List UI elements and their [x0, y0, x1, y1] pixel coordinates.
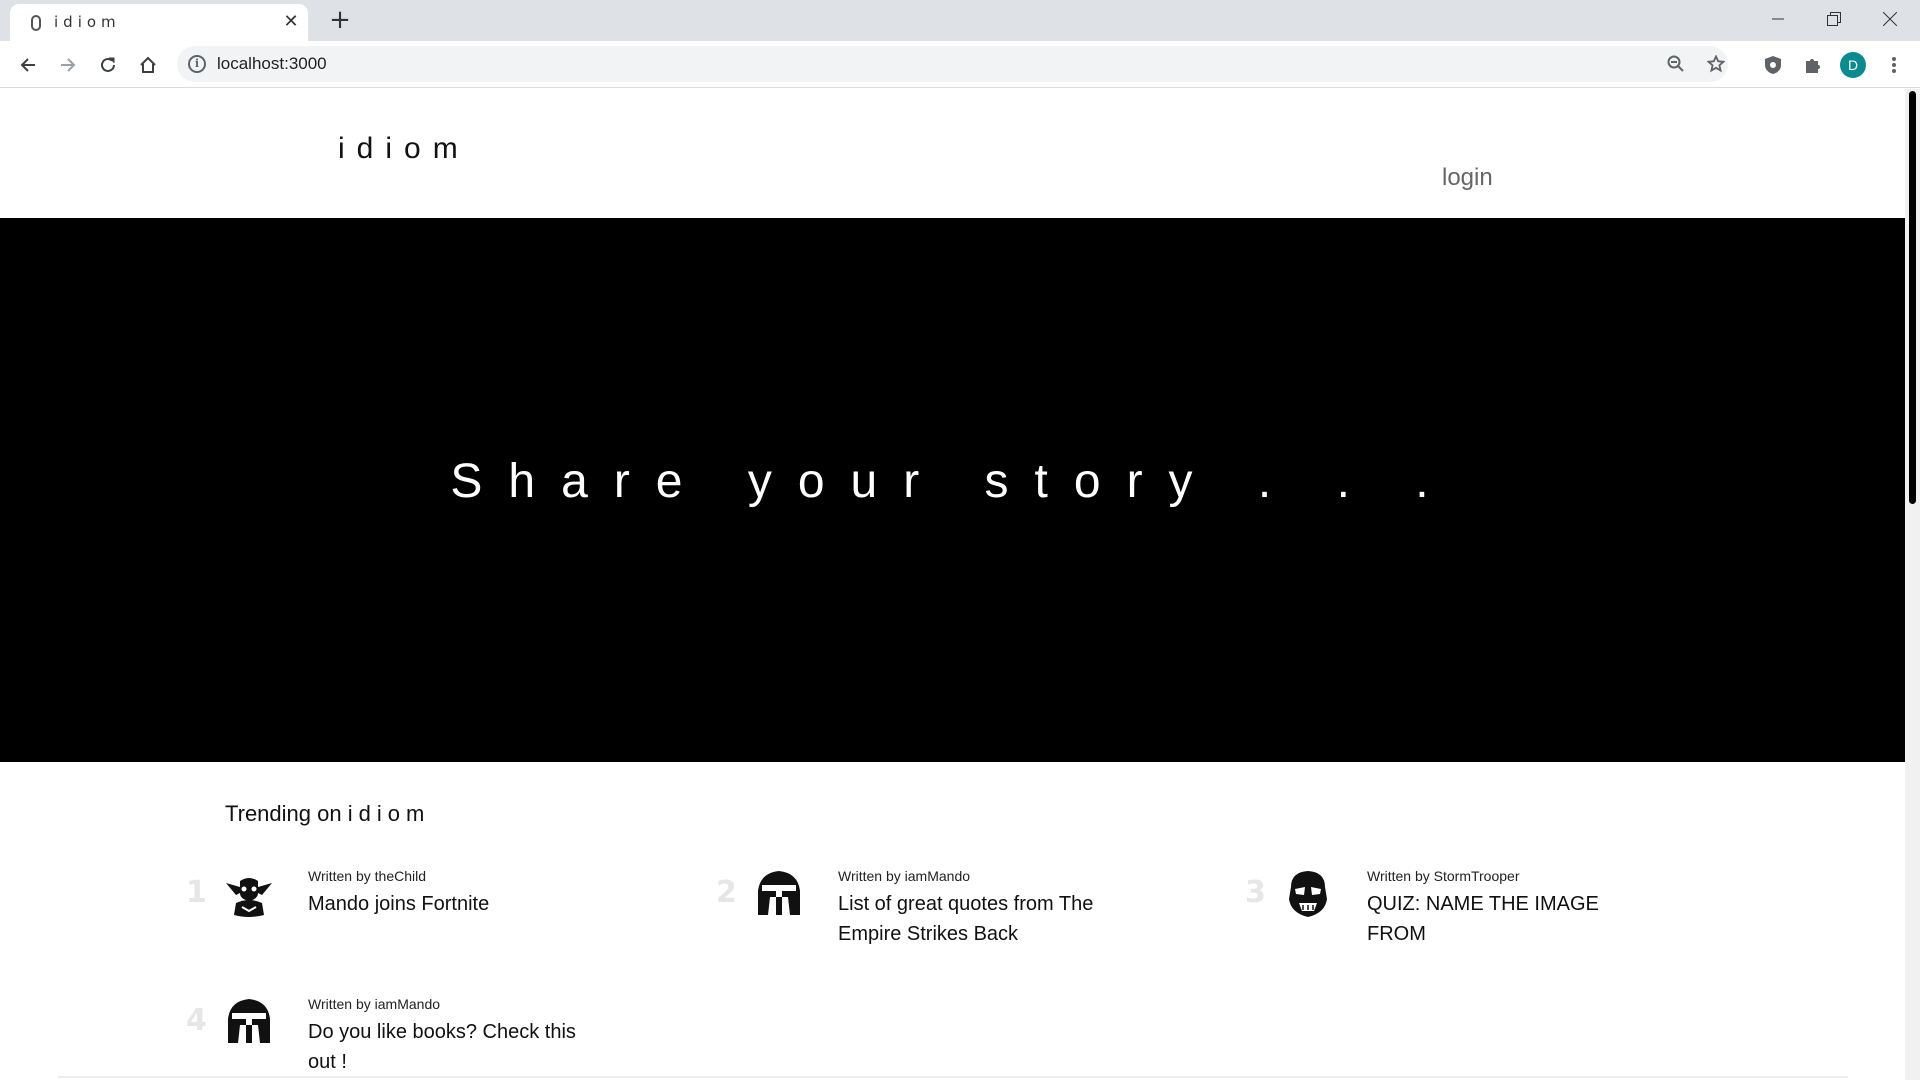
trending-title-link[interactable]: QUIZ: NAME THE IMAGE FROM	[1367, 889, 1657, 949]
site-info-icon[interactable]: i	[188, 55, 206, 73]
reload-button[interactable]	[93, 50, 123, 80]
extensions-button[interactable]	[1798, 50, 1828, 80]
minimize-icon	[1772, 18, 1784, 20]
restore-icon	[1827, 12, 1841, 26]
address-bar[interactable]: i localhost:3000	[177, 46, 1728, 82]
tab-title: idiom	[54, 13, 121, 31]
zoom-button[interactable]	[1661, 49, 1691, 79]
profile-avatar[interactable]: D	[1840, 52, 1866, 78]
new-tab-button[interactable]: +	[326, 6, 354, 34]
browser-tab-strip: idiom ✕ +	[0, 0, 1920, 41]
login-link[interactable]: login	[1442, 164, 1493, 192]
extension-shield-button[interactable]	[1758, 50, 1788, 80]
trending-item[interactable]: 3 Written by StormTrooper QUIZ: NAME THE…	[1245, 868, 1765, 969]
site-logo[interactable]: idiom	[338, 132, 470, 166]
arrow-right-icon	[61, 58, 76, 72]
divider	[58, 1076, 1848, 1078]
close-icon	[1883, 12, 1897, 26]
trending-author: Written by theChild	[308, 868, 427, 884]
shield-icon	[1765, 56, 1781, 74]
trending-heading-prefix: Trending on	[225, 801, 342, 826]
mandalorian-helmet-icon	[228, 999, 270, 1043]
home-icon	[140, 56, 156, 73]
scrollbar-thumb[interactable]	[1909, 91, 1916, 504]
browser-toolbar: i localhost:3000 D	[0, 41, 1920, 88]
forward-button[interactable]	[53, 50, 83, 80]
trending-title-link[interactable]: Mando joins Fortnite	[308, 889, 598, 919]
trending-item[interactable]: 1 Written by theChild Mando joins Fortni…	[186, 868, 706, 969]
star-icon	[1707, 55, 1725, 73]
zoom-icon	[1667, 55, 1684, 72]
mandalorian-helmet-icon	[758, 871, 800, 915]
page-scrollbar[interactable]	[1905, 89, 1920, 1080]
trending-title-link[interactable]: List of great quotes from The Empire Str…	[838, 889, 1128, 949]
reload-icon	[101, 57, 115, 72]
more-vertical-icon	[1892, 57, 1896, 73]
tab-favicon-icon	[31, 15, 41, 31]
trending-rank: 4	[186, 1003, 207, 1038]
trending-heading: Trending on idiom	[225, 801, 430, 827]
trending-author: Written by iamMando	[308, 996, 441, 1012]
trending-item[interactable]: 2 Written by iamMando List of great quot…	[716, 868, 1236, 969]
browser-tab[interactable]: idiom ✕	[10, 4, 308, 41]
puzzle-icon	[1806, 59, 1820, 73]
trending-heading-brand: idiom	[347, 801, 431, 826]
trending-rank: 1	[186, 875, 207, 910]
trending-author: Written by iamMando	[838, 868, 971, 884]
address-url: localhost:3000	[217, 54, 327, 73]
site-header: idiom login	[0, 89, 1905, 218]
trending-author: Written by StormTrooper	[1367, 868, 1520, 884]
window-close-button[interactable]	[1862, 0, 1918, 38]
trending-rank: 3	[1245, 875, 1266, 910]
trending-title-link[interactable]: Do you like books? Check this out !	[308, 1017, 598, 1077]
tab-close-icon[interactable]: ✕	[280, 11, 302, 33]
browser-menu-button[interactable]	[1879, 50, 1909, 80]
stormtrooper-helmet-icon	[1289, 871, 1327, 917]
hero-headline: Share your story . . .	[450, 455, 1455, 508]
bookmark-star-button[interactable]	[1701, 49, 1731, 79]
trending-rank: 2	[716, 875, 737, 910]
window-minimize-button[interactable]	[1750, 0, 1806, 38]
page-viewport: idiom login Share your story . . . Trend…	[0, 89, 1920, 1080]
hero-banner: Share your story . . .	[0, 218, 1905, 762]
trending-item[interactable]: 4 Written by iamMando Do you like books?…	[186, 996, 706, 1080]
yoda-icon	[226, 878, 272, 917]
arrow-left-icon	[20, 58, 35, 72]
back-button[interactable]	[13, 50, 43, 80]
home-button[interactable]	[133, 50, 163, 80]
window-restore-button[interactable]	[1806, 0, 1862, 38]
